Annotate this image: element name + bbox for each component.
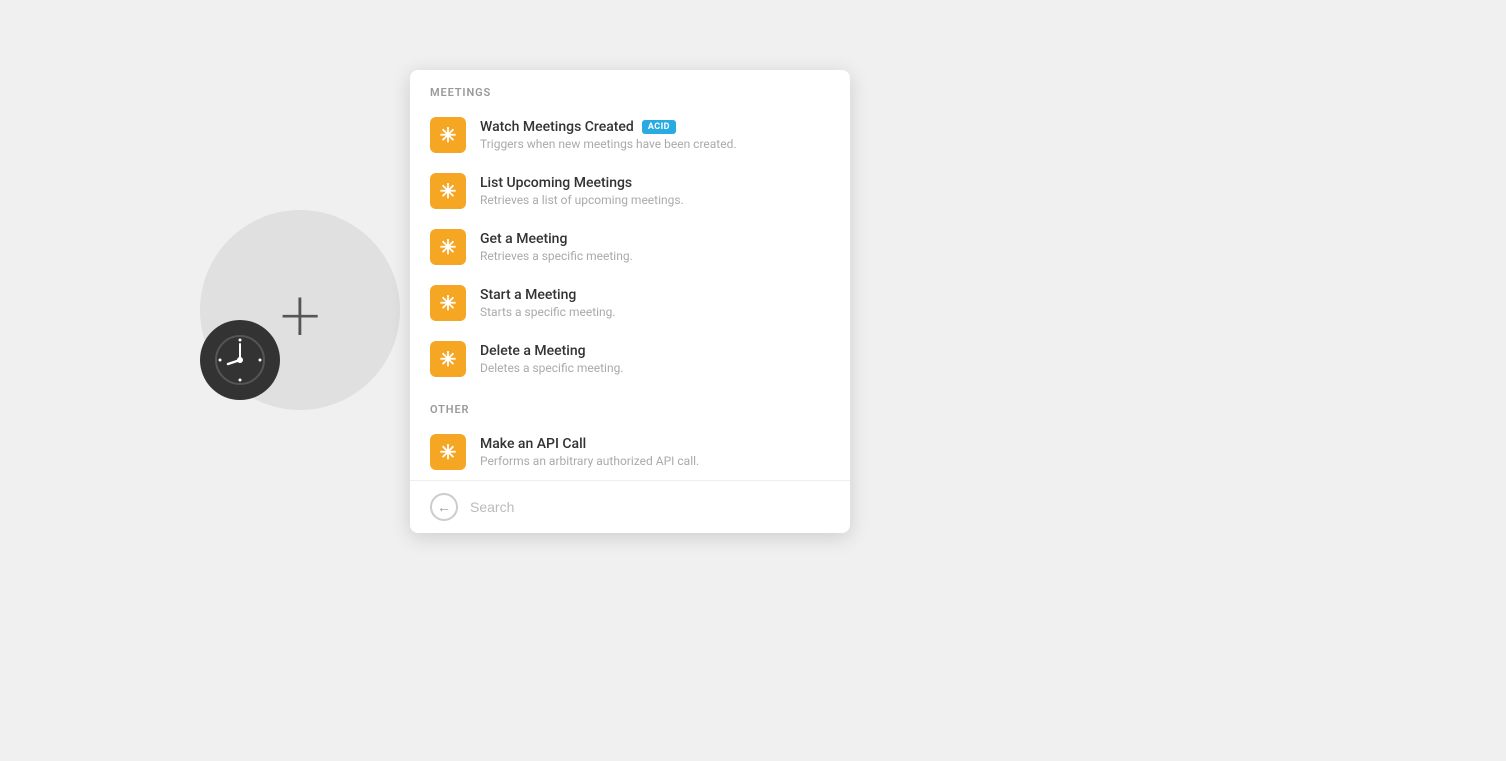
back-button[interactable]: ← <box>430 493 458 521</box>
background-illustration: + <box>170 200 410 440</box>
menu-item-api-call[interactable]: ✳ Make an API Call Performs an arbitrary… <box>410 424 850 480</box>
watch-meetings-text: Watch Meetings Created ACID Triggers whe… <box>480 119 830 151</box>
api-call-text: Make an API Call Performs an arbitrary a… <box>480 436 830 468</box>
list-upcoming-desc: Retrieves a list of upcoming meetings. <box>480 193 830 207</box>
list-upcoming-icon: ✳ <box>430 173 466 209</box>
menu-item-start-meeting[interactable]: ✳ Start a Meeting Starts a specific meet… <box>410 275 850 331</box>
delete-meeting-desc: Deletes a specific meeting. <box>480 361 830 375</box>
api-call-title: Make an API Call <box>480 436 830 452</box>
get-meeting-desc: Retrieves a specific meeting. <box>480 249 830 263</box>
api-call-desc: Performs an arbitrary authorized API cal… <box>480 454 830 468</box>
menu-item-delete-meeting[interactable]: ✳ Delete a Meeting Deletes a specific me… <box>410 331 850 387</box>
start-meeting-icon: ✳ <box>430 285 466 321</box>
acid-badge: ACID <box>642 120 676 134</box>
delete-meeting-text: Delete a Meeting Deletes a specific meet… <box>480 343 830 375</box>
list-upcoming-text: List Upcoming Meetings Retrieves a list … <box>480 175 830 207</box>
start-meeting-title: Start a Meeting <box>480 287 830 303</box>
menu-item-get-meeting[interactable]: ✳ Get a Meeting Retrieves a specific mee… <box>410 219 850 275</box>
clock-icon <box>200 320 280 400</box>
watch-meetings-desc: Triggers when new meetings have been cre… <box>480 137 830 151</box>
plus-icon: + <box>280 280 321 352</box>
delete-meeting-title: Delete a Meeting <box>480 343 830 359</box>
menu-item-list-upcoming[interactable]: ✳ List Upcoming Meetings Retrieves a lis… <box>410 163 850 219</box>
search-bar: ← <box>410 480 850 533</box>
back-arrow-icon: ← <box>437 499 451 516</box>
other-section-label: OTHER <box>410 387 850 424</box>
search-input[interactable] <box>470 499 830 515</box>
get-meeting-text: Get a Meeting Retrieves a specific meeti… <box>480 231 830 263</box>
get-meeting-title: Get a Meeting <box>480 231 830 247</box>
menu-item-watch-meetings[interactable]: ✳ Watch Meetings Created ACID Triggers w… <box>410 107 850 163</box>
watch-meetings-icon: ✳ <box>430 117 466 153</box>
start-meeting-text: Start a Meeting Starts a specific meetin… <box>480 287 830 319</box>
start-meeting-desc: Starts a specific meeting. <box>480 305 830 319</box>
api-call-icon: ✳ <box>430 434 466 470</box>
delete-meeting-icon: ✳ <box>430 341 466 377</box>
dropdown-panel: MEETINGS ✳ Watch Meetings Created ACID T… <box>410 70 850 533</box>
list-upcoming-title: List Upcoming Meetings <box>480 175 830 191</box>
watch-meetings-title: Watch Meetings Created ACID <box>480 119 830 135</box>
get-meeting-icon: ✳ <box>430 229 466 265</box>
meetings-section-label: MEETINGS <box>410 70 850 107</box>
